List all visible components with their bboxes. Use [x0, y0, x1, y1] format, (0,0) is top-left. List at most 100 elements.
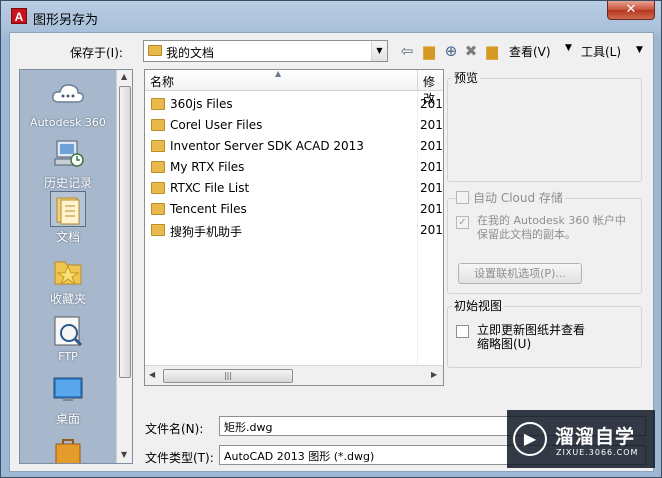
scroll-up-arrow-icon[interactable]: ▲ — [121, 72, 127, 81]
cloud-storage-title: 自动 Cloud 存储 — [471, 189, 565, 206]
scroll-thumb[interactable] — [119, 86, 131, 378]
place-label: 收藏夹 — [49, 292, 86, 306]
file-name: Tencent Files — [170, 202, 247, 216]
sort-ascending-icon: ▲ — [275, 69, 282, 78]
file-date: 201 — [420, 223, 443, 237]
file-date: 201 — [420, 118, 443, 132]
folder-icon — [151, 224, 165, 236]
search-web-icon[interactable]: ⊕ — [442, 42, 460, 60]
file-name: My RTX Files — [170, 160, 245, 174]
filename-label: 文件名(N): — [145, 422, 204, 436]
keep-copy-checkbox[interactable]: ✓ — [456, 216, 469, 229]
folder-icon — [151, 182, 165, 194]
scroll-thumb[interactable]: ||| — [163, 369, 293, 383]
documents-folder-icon — [50, 191, 86, 227]
list-item[interactable]: RTXC File List 201 — [149, 178, 443, 198]
save-in-value: 我的文档 — [166, 46, 215, 60]
tools-menu[interactable]: 工具(L) — [581, 43, 621, 60]
file-name: 360js Files — [170, 97, 233, 111]
title-bar: A 图形另存为 ✕ — [1, 1, 661, 33]
place-label: Autodesk 360 — [30, 116, 106, 129]
delete-icon[interactable]: ✖ — [462, 42, 480, 60]
places-sidebar: Autodesk 360 历史记录 文档 收藏夹 FTP 桌面 ▲ ▼ — [19, 69, 133, 464]
preview-title: 预览 — [452, 69, 481, 86]
list-item[interactable]: Inventor Server SDK ACAD 2013 201 — [149, 136, 443, 156]
back-arrow-icon[interactable]: ⇦ — [398, 42, 416, 60]
up-folder-icon[interactable]: ▆ — [420, 42, 438, 60]
close-button[interactable]: ✕ — [607, 1, 655, 20]
chevron-down-icon: ▼ — [371, 41, 387, 61]
watermark-text: 溜溜自学 — [555, 426, 636, 448]
file-name: RTXC File List — [170, 181, 250, 195]
place-label: 历史记录 — [43, 176, 92, 190]
save-in-label: 保存于(I): — [70, 46, 123, 60]
update-thumbnail-checkbox[interactable] — [456, 325, 469, 338]
cloud-icon — [51, 80, 85, 114]
place-documents[interactable]: 文档 — [20, 191, 116, 245]
column-name-label: 名称 — [150, 75, 175, 89]
keep-copy-label: 在我的 Autodesk 360 帐户中 保留此文档的副本。 — [477, 214, 626, 242]
folder-icon — [148, 45, 162, 56]
folder-icon — [151, 203, 165, 215]
folder-icon — [151, 98, 165, 110]
history-icon — [51, 138, 85, 172]
desktop-icon — [51, 374, 85, 408]
column-divider — [417, 91, 418, 365]
place-favorites[interactable]: 收藏夹 — [20, 254, 116, 307]
watermark-url: ZIXUE.3066.COM — [556, 448, 639, 457]
dialog-body: 保存于(I): 我的文档 ▼ ⇦ ▆ ⊕ ✖ ▆ 查看(V) ▼ 工具(L) ▼… — [9, 32, 654, 472]
list-item[interactable]: 搜狗手机助手 201 — [149, 220, 443, 240]
keep-copy-line1: 在我的 Autodesk 360 帐户中 — [477, 214, 626, 227]
place-autodesk-360[interactable]: Autodesk 360 — [20, 80, 116, 129]
place-label: 文档 — [55, 230, 80, 244]
briefcase-icon — [51, 434, 85, 463]
watermark-badge: ▶ 溜溜自学 ZIXUE.3066.COM — [507, 410, 655, 468]
file-name: 搜狗手机助手 — [170, 225, 243, 239]
scroll-right-arrow-icon[interactable]: ▶ — [431, 370, 437, 379]
view-dropdown-arrow-icon[interactable]: ▼ — [565, 43, 572, 53]
save-in-dropdown[interactable]: 我的文档 ▼ — [143, 40, 388, 62]
ftp-icon — [51, 314, 85, 348]
scroll-down-arrow-icon[interactable]: ▼ — [121, 450, 127, 459]
cloud-storage-checkbox[interactable] — [456, 191, 469, 204]
file-date: 201 — [420, 202, 443, 216]
update-thumbnail-label: 立即更新图纸并查看 缩略图(U) — [477, 323, 585, 351]
folder-icon — [151, 161, 165, 173]
column-header-modified[interactable]: 修改 — [417, 70, 443, 106]
file-date: 201 — [420, 181, 443, 195]
file-name: Corel User Files — [170, 118, 263, 132]
window-title: 图形另存为 — [33, 13, 99, 28]
folder-icon — [151, 119, 165, 131]
update-thumbnail-line2: 缩略图(U) — [477, 337, 532, 351]
keep-copy-line2: 保留此文档的副本。 — [477, 228, 576, 241]
online-options-button[interactable]: 设置联机选项(P)... — [458, 263, 582, 284]
tools-dropdown-arrow-icon[interactable]: ▼ — [636, 45, 643, 55]
update-thumbnail-line1: 立即更新图纸并查看 — [477, 323, 586, 337]
place-ftp[interactable]: FTP — [20, 314, 116, 363]
file-date: 201 — [420, 139, 443, 153]
view-menu[interactable]: 查看(V) — [509, 43, 551, 60]
place-label: FTP — [58, 350, 78, 363]
list-item[interactable]: 360js Files 201 — [149, 94, 443, 114]
list-item[interactable]: My RTX Files 201 — [149, 157, 443, 177]
place-more[interactable] — [20, 434, 116, 463]
file-date: 201 — [420, 160, 443, 174]
column-header-name[interactable]: 名称 ▲ — [145, 70, 417, 91]
preview-panel — [447, 78, 642, 182]
place-desktop[interactable]: 桌面 — [20, 374, 116, 427]
favorites-folder-icon — [51, 254, 85, 288]
new-folder-icon[interactable]: ▆ — [483, 42, 501, 60]
autocad-app-icon: A — [11, 8, 27, 24]
horizontal-scrollbar[interactable]: ◀ ||| ▶ — [145, 365, 443, 385]
filetype-label: 文件类型(T): — [145, 451, 214, 465]
folder-icon — [151, 140, 165, 152]
initial-view-title: 初始视图 — [452, 297, 505, 314]
place-history[interactable]: 历史记录 — [20, 138, 116, 191]
list-item[interactable]: Tencent Files 201 — [149, 199, 443, 219]
scroll-left-arrow-icon[interactable]: ◀ — [149, 370, 155, 379]
save-as-dialog: A 图形另存为 ✕ 保存于(I): 我的文档 ▼ ⇦ ▆ ⊕ ✖ ▆ 查看(V)… — [0, 0, 662, 478]
places-scrollbar[interactable]: ▲ ▼ — [116, 70, 132, 463]
list-item[interactable]: Corel User Files 201 — [149, 115, 443, 135]
file-name: Inventor Server SDK ACAD 2013 — [170, 139, 364, 153]
file-list: 名称 ▲ 修改 360js Files 201 Corel User Files 2… — [144, 69, 444, 386]
